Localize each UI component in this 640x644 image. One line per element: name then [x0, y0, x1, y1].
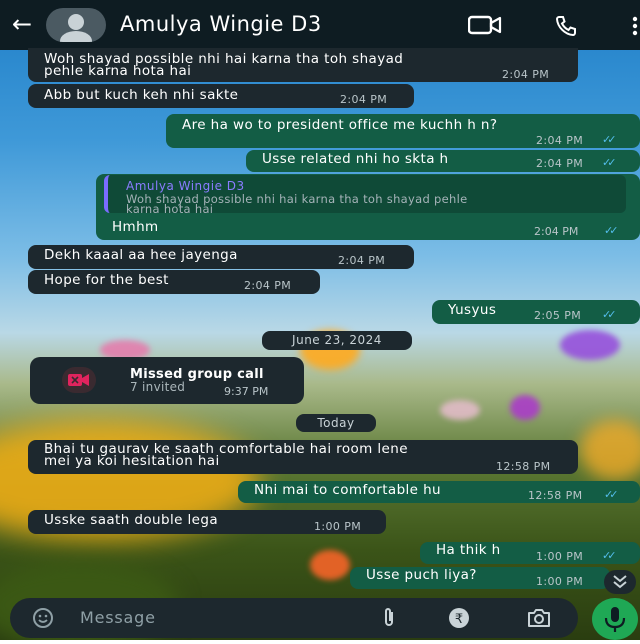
- quoted-message[interactable]: Amulya Wingie D3 Woh shayad possible nhi…: [104, 175, 626, 216]
- double-check-icon: ✓✓: [604, 224, 619, 237]
- missed-call-card[interactable]: Missed group call 7 invited 9:37 PM: [30, 357, 304, 404]
- message-input[interactable]: Message: [80, 608, 156, 627]
- message-outgoing[interactable]: Ha thik h 1:00 PM ✓✓: [420, 542, 640, 564]
- double-chevron-down-icon[interactable]: [604, 570, 636, 594]
- svg-text:₹: ₹: [455, 612, 463, 627]
- date-separator: June 23, 2024: [262, 331, 412, 350]
- more-vert-icon[interactable]: [630, 16, 640, 40]
- quote-author: Amulya Wingie D3: [126, 179, 245, 193]
- video-call-icon[interactable]: [467, 15, 502, 39]
- message-text: Hmhm: [112, 219, 159, 235]
- double-check-icon: ✓✓: [602, 133, 617, 146]
- message-outgoing[interactable]: Usse related nhi ho skta h 2:04 PM ✓✓: [246, 150, 640, 172]
- avatar[interactable]: [46, 8, 106, 42]
- rupee-icon[interactable]: ₹: [448, 607, 470, 633]
- message-incoming[interactable]: Abb but kuch keh nhi sakte 2:04 PM: [28, 84, 414, 108]
- double-check-icon: ✓✓: [604, 488, 619, 501]
- message-incoming[interactable]: Hope for the best 2:04 PM: [28, 270, 320, 294]
- message-incoming[interactable]: Bhai tu gaurav ke saath comfortable hai …: [28, 440, 578, 474]
- missed-call-time: 9:37 PM: [224, 385, 269, 398]
- message-time: 2:04 PM: [534, 225, 579, 238]
- message-outgoing[interactable]: Are ha wo to president office me kuchh h…: [166, 114, 640, 148]
- chat-header: ← Amulya Wingie D3: [0, 0, 640, 50]
- message-incoming[interactable]: Woh shayad possible nhi hai karna tha to…: [28, 48, 578, 82]
- message-outgoing[interactable]: Nhi mai to comfortable hu 12:58 PM ✓✓: [238, 481, 640, 503]
- double-check-icon: ✓✓: [602, 308, 617, 321]
- double-check-icon: ✓✓: [602, 156, 617, 169]
- arrow-left-icon[interactable]: ←: [12, 12, 32, 36]
- double-check-icon: ✓✓: [602, 549, 617, 562]
- date-separator: Today: [296, 414, 376, 432]
- missed-video-call-icon: [62, 367, 96, 393]
- mic-icon[interactable]: [592, 598, 638, 640]
- message-outgoing[interactable]: Yusyus 2:05 PM ✓✓: [432, 300, 640, 324]
- phone-icon[interactable]: [552, 14, 580, 42]
- contact-name[interactable]: Amulya Wingie D3: [120, 12, 322, 36]
- quote-text-line2: karna hota hai: [126, 202, 214, 216]
- message-input-bar[interactable]: Message ₹: [10, 598, 578, 638]
- camera-icon[interactable]: [526, 607, 552, 633]
- message-incoming[interactable]: Usske saath double lega 1:00 PM: [28, 510, 386, 534]
- message-outgoing[interactable]: Usse puch liya? 1:00 PM: [350, 567, 610, 589]
- paperclip-icon[interactable]: [378, 607, 400, 633]
- missed-call-subtitle: 7 invited: [130, 380, 186, 394]
- emoji-icon[interactable]: [32, 607, 54, 633]
- message-incoming[interactable]: Dekh kaaal aa hee jayenga 2:04 PM: [28, 245, 414, 269]
